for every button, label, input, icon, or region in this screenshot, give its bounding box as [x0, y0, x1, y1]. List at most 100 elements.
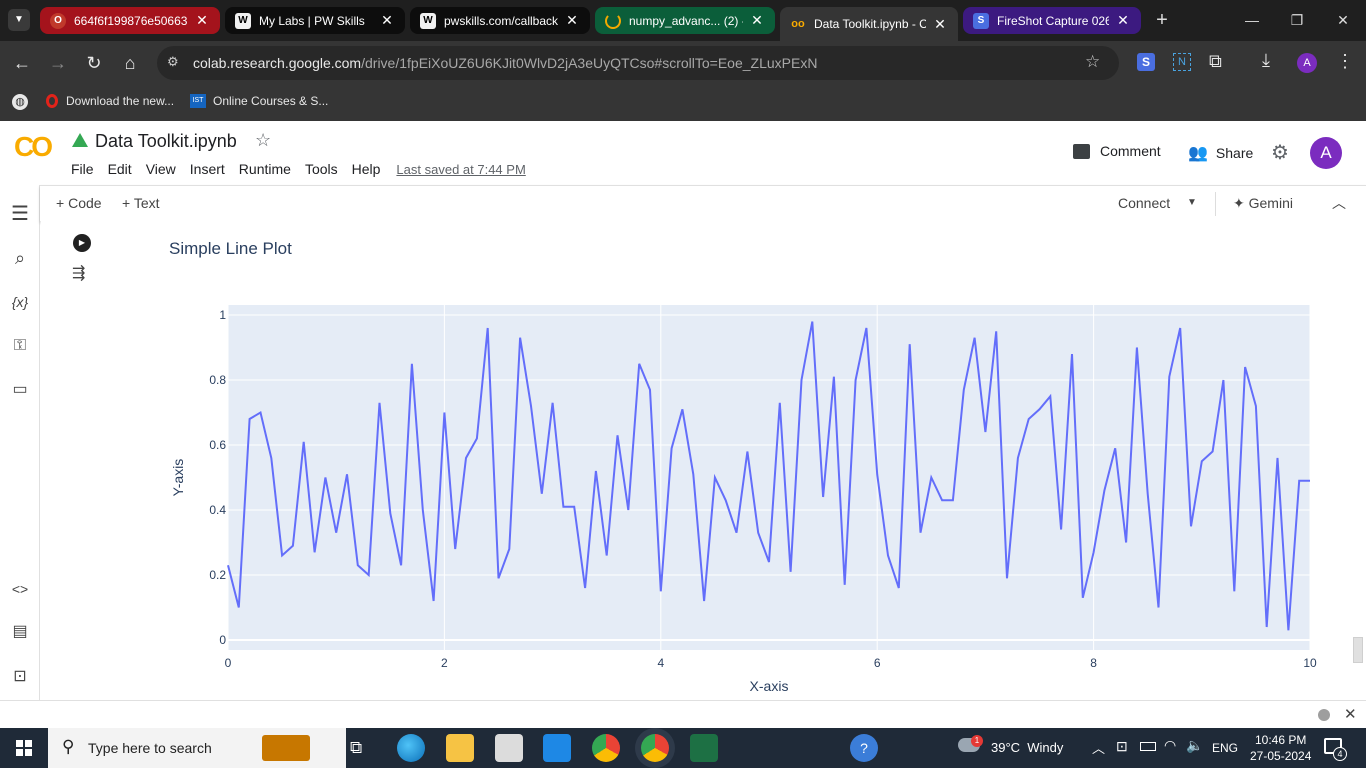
close-icon[interactable]: ✕	[932, 16, 948, 33]
close-icon[interactable]: ✕	[1115, 12, 1131, 29]
browser-menu-icon[interactable]: ⋮	[1336, 51, 1354, 72]
file-explorer-icon[interactable]	[446, 734, 474, 762]
browser-tab[interactable]: W My Labs | PW Skills ✕	[225, 7, 405, 34]
star-icon[interactable]: ☆	[255, 130, 271, 151]
volume-icon[interactable]: 🔈	[1186, 737, 1203, 754]
weather-text[interactable]: 39°C Windy	[991, 740, 1063, 755]
address-bar[interactable]: ⚙ colab.research.google.com/drive/1fpEiX…	[157, 46, 1119, 80]
browser-tab[interactable]: numpy_advanc... (2) - ✕	[595, 7, 775, 34]
close-icon[interactable]: ✕	[379, 12, 395, 29]
profile-avatar[interactable]: A	[1297, 53, 1317, 73]
home-icon[interactable]: ⌂	[118, 51, 142, 75]
mail-icon[interactable]	[495, 734, 523, 762]
add-code-button[interactable]: + Code	[56, 195, 102, 211]
menu-edit[interactable]: Edit	[108, 161, 132, 177]
clock[interactable]: 10:46 PM 27-05-2024	[1250, 732, 1311, 764]
apps-globe-icon[interactable]: ◍	[12, 94, 28, 110]
bookmarks-bar: ◍ Download the new... IST Online Courses…	[0, 85, 1366, 121]
people-icon: 👥	[1188, 145, 1208, 162]
x-tick-label: 8	[1090, 656, 1097, 670]
taskbar-search-box[interactable]: ⚲ Type here to search	[48, 728, 346, 768]
terminal-icon[interactable]: ⊡	[8, 665, 32, 689]
status-dot-icon	[1318, 709, 1330, 721]
variables-icon[interactable]: {x}	[8, 290, 32, 314]
close-icon[interactable]: ✕	[749, 12, 765, 29]
close-icon[interactable]: ✕	[194, 12, 210, 29]
tab-title: numpy_advanc... (2) -	[629, 13, 743, 28]
vscode-icon[interactable]	[543, 734, 571, 762]
files-folder-icon[interactable]: ▭	[8, 378, 32, 402]
colab-logo[interactable]: CO	[14, 131, 53, 163]
browser-tab-active[interactable]: oo Data Toolkit.ipynb - C ✕	[780, 7, 958, 41]
collapse-chevron-icon[interactable]: ︿	[1332, 193, 1346, 213]
close-window-icon[interactable]: ✕	[1331, 8, 1355, 32]
pw-skills-icon: W	[235, 12, 251, 29]
gemini-label: Gemini	[1248, 195, 1293, 211]
command-palette-icon[interactable]: ▤	[8, 620, 32, 644]
browser-toolbar: ← → ↻ ⌂ ⚙ colab.research.google.com/driv…	[0, 41, 1366, 85]
menu-runtime[interactable]: Runtime	[239, 161, 291, 177]
tab-title: Data Toolkit.ipynb - C	[814, 17, 926, 31]
show-hidden-icons-chevron[interactable]: ︿	[1092, 738, 1105, 757]
divider	[1215, 192, 1216, 216]
browser-tab[interactable]: S FireShot Capture 026 ✕	[963, 7, 1141, 34]
site-info-icon[interactable]: ⚙	[167, 54, 179, 70]
gemini-button[interactable]: ✦ Gemini	[1233, 195, 1293, 212]
share-button[interactable]: 👥 Share	[1188, 143, 1253, 163]
extension-n-icon[interactable]: N	[1173, 53, 1191, 71]
tray-app-icon[interactable]: ⊡	[1116, 738, 1128, 755]
output-actions-icon[interactable]: ⇶	[72, 263, 85, 283]
windows-start-icon[interactable]	[16, 740, 32, 756]
new-tab-button[interactable]: +	[1150, 8, 1174, 32]
reload-icon[interactable]: ↻	[82, 51, 106, 75]
back-icon[interactable]: ←	[10, 51, 34, 75]
edge-icon[interactable]	[397, 734, 425, 762]
bookmark-item[interactable]: Download the new...	[46, 94, 174, 108]
comment-button[interactable]: Comment	[1073, 143, 1161, 159]
menu-view[interactable]: View	[146, 161, 176, 177]
colab-status-bar: ✕	[0, 700, 1366, 728]
settings-gear-icon[interactable]: ⚙	[1271, 140, 1289, 165]
restore-icon[interactable]: ❐	[1285, 8, 1309, 32]
connect-button[interactable]: Connect	[1118, 195, 1170, 211]
close-icon[interactable]: ✕	[564, 12, 580, 29]
bookmark-item[interactable]: IST Online Courses & S...	[190, 94, 328, 108]
language-indicator[interactable]: ENG	[1212, 741, 1238, 755]
user-avatar[interactable]: A	[1310, 137, 1342, 169]
chrome-icon[interactable]	[592, 734, 620, 762]
tab-title: 664f6f199876e50663	[74, 13, 188, 28]
run-cell-button[interactable]: ▶	[73, 234, 91, 252]
help-icon[interactable]: ?	[850, 734, 878, 762]
connect-dropdown-icon[interactable]: ▼	[1187, 197, 1197, 208]
extensions-puzzle-icon[interactable]: ⧉	[1209, 51, 1222, 72]
task-view-icon[interactable]: ⧉	[350, 738, 362, 758]
notebook-toolbar: + Code + Text Connect ▼ ✦ Gemini ︿	[40, 185, 1366, 221]
menu-help[interactable]: Help	[352, 161, 381, 177]
wifi-icon[interactable]: ◠	[1164, 737, 1176, 754]
briefcase-icon	[262, 735, 310, 761]
tab-search-dropdown-icon[interactable]: ▼	[8, 9, 30, 31]
scrollbar-thumb[interactable]	[1353, 637, 1363, 663]
excel-icon[interactable]	[690, 734, 718, 762]
table-of-contents-icon[interactable]: ☰	[8, 202, 32, 226]
add-text-button[interactable]: + Text	[122, 195, 160, 211]
close-status-icon[interactable]: ✕	[1344, 705, 1357, 723]
battery-icon[interactable]	[1140, 742, 1156, 751]
minimize-icon[interactable]: —	[1240, 8, 1264, 32]
menu-tools[interactable]: Tools	[305, 161, 338, 177]
search-icon[interactable]: ⌕	[8, 246, 32, 270]
downloads-icon[interactable]: ⤓	[1262, 50, 1270, 71]
last-saved-link[interactable]: Last saved at 7:44 PM	[396, 162, 525, 177]
secrets-key-icon[interactable]: ⚿	[8, 334, 32, 358]
chrome-active-icon[interactable]	[641, 734, 669, 762]
browser-tab[interactable]: O 664f6f199876e50663 ✕	[40, 7, 220, 34]
forward-icon[interactable]: →	[46, 51, 70, 75]
bookmark-label: Online Courses & S...	[213, 94, 329, 108]
code-snippets-icon[interactable]: <>	[8, 577, 32, 601]
menu-insert[interactable]: Insert	[190, 161, 225, 177]
fireshot-extension-icon[interactable]: S	[1137, 53, 1155, 71]
notebook-title[interactable]: Data Toolkit.ipynb	[95, 131, 237, 152]
bookmark-star-icon[interactable]: ☆	[1085, 52, 1100, 72]
menu-file[interactable]: File	[71, 161, 94, 177]
browser-tab[interactable]: W pwskills.com/callback ✕	[410, 7, 590, 34]
